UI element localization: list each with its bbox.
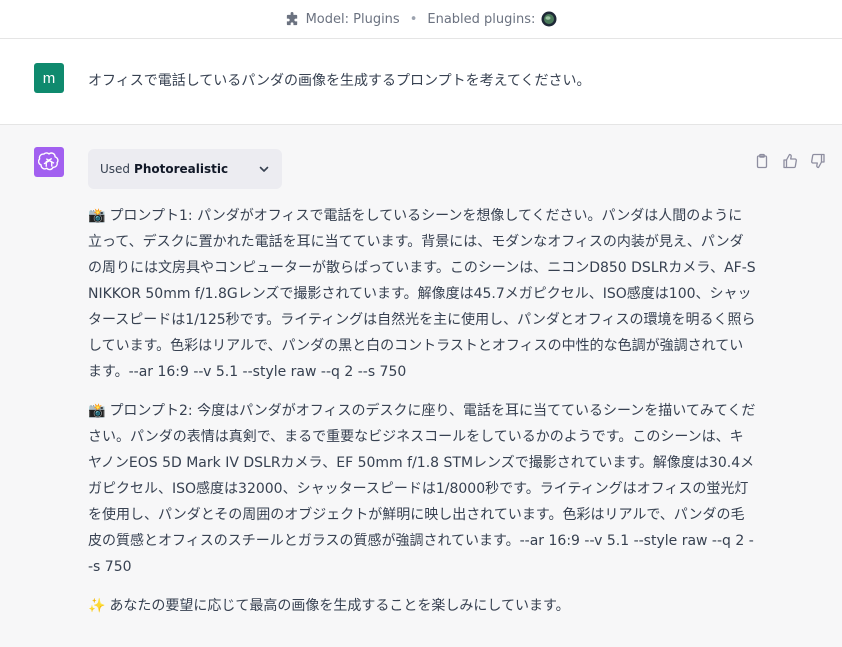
user-message-text: オフィスで電話しているパンダの画像を生成するプロンプトを考えてください。 [88,73,591,89]
sparkles-icon: ✨ [88,598,106,614]
user-message-row: m オフィスで電話しているパンダの画像を生成するプロンプトを考えてください。 [0,39,842,125]
separator-dot: • [409,11,418,27]
plugin-name: Photorealistic [134,162,229,176]
prompt-paragraph-2: 📸 プロンプト2: 今度はパンダがオフィスのデスクに座り、電話を耳に当てているシー… [88,398,756,580]
thumbs-up-icon[interactable] [782,153,798,169]
puzzle-icon [285,11,300,27]
closing-paragraph: ✨ あなたの要望に応じて最高の画像を生成することを楽しみにしています。 [88,593,756,619]
thumbs-down-icon[interactable] [810,153,826,169]
model-label: Model: Plugins [305,11,400,27]
chevron-down-icon [258,163,270,175]
clipboard-icon[interactable] [754,153,770,169]
camera-icon: 📸 [88,403,106,419]
assistant-message-content: 📸 プロンプト1: パンダがオフィスで電話をしているシーンを想像してください。パン… [88,203,756,632]
prompt-paragraph-1: 📸 プロンプト1: パンダがオフィスで電話をしているシーンを想像してください。パン… [88,203,756,385]
user-avatar: m [34,63,64,93]
assistant-message-row: Used Photorealistic 📸 プロンプト1: パンダがオフィスで電話… [0,125,842,647]
paragraph-text: プロンプト1: パンダがオフィスで電話をしているシーンを想像してください。パンダ… [88,208,756,380]
chatgpt-logo-icon [34,147,64,177]
message-actions [754,153,826,169]
enabled-plugins-label: Enabled plugins: [427,11,536,27]
plugin-globe-icon[interactable] [541,11,557,27]
paragraph-text: あなたの要望に応じて最高の画像を生成することを楽しみにしています。 [109,598,570,614]
plugin-used-dropdown[interactable]: Used Photorealistic [88,149,282,189]
camera-icon: 📸 [88,208,106,224]
plugin-used-label: Used [100,162,131,176]
paragraph-text: プロンプト2: 今度はパンダがオフィスのデスクに座り、電話を耳に当てているシーン… [88,403,756,575]
model-header: Model: Plugins • Enabled plugins: [0,0,842,39]
